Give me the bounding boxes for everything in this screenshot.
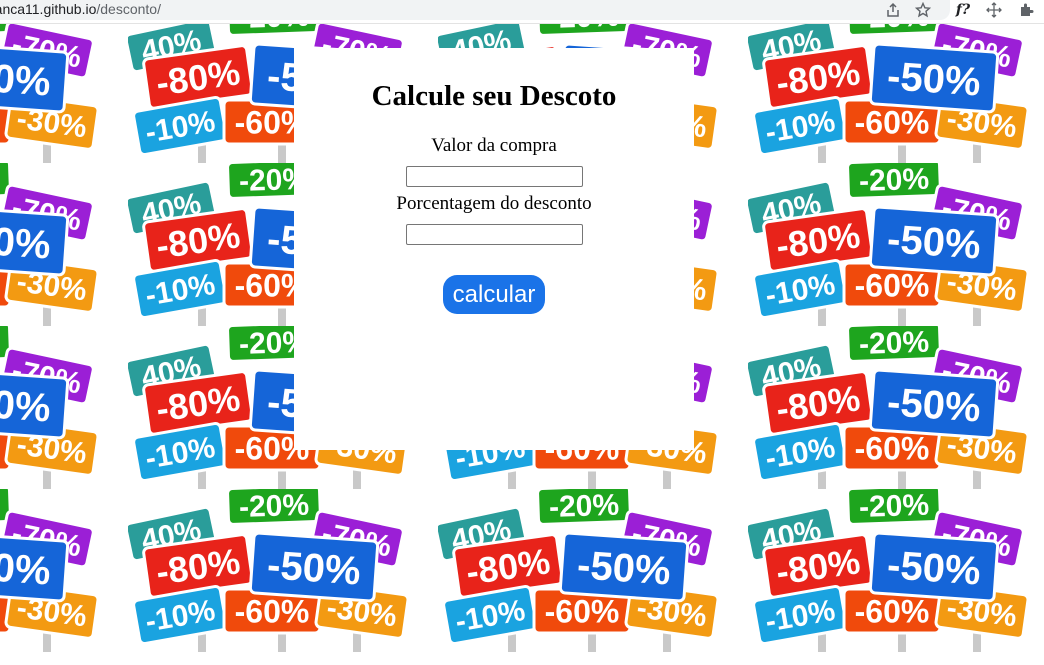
- share-icon[interactable]: [882, 0, 904, 20]
- sale-sign: -10%: [132, 584, 228, 646]
- sale-sign: -10%: [752, 258, 848, 320]
- sale-sign: -50%: [558, 531, 690, 603]
- sale-sign: -50%: [0, 42, 70, 114]
- star-icon[interactable]: [912, 0, 934, 20]
- sale-sign: -10%: [132, 258, 228, 320]
- sale-sign: -50%: [868, 531, 1000, 603]
- discount-percent-input[interactable]: [405, 224, 583, 245]
- browser-toolbar: ranca11.github.io/desconto/ f?: [0, 0, 1044, 24]
- sale-sign-text: -50%: [0, 54, 52, 104]
- fontcheck-icon[interactable]: f?: [952, 0, 974, 20]
- sale-tags-tile: -20%40%-70%-80%-10%-60%-30%-50%: [0, 24, 100, 163]
- sale-sign: -10%: [132, 421, 228, 483]
- address-bar[interactable]: ranca11.github.io/desconto/: [0, 0, 950, 20]
- sale-sign: -20%: [846, 326, 942, 363]
- sale-sign-text: -50%: [0, 380, 52, 430]
- discount-percent-label: Porcentagem do desconto: [396, 193, 592, 214]
- sale-tags-tile: -20%40%-70%-80%-10%-60%-30%-50%: [0, 489, 100, 652]
- sale-sign-text: -50%: [886, 54, 982, 104]
- sale-sign: -10%: [442, 584, 538, 646]
- sale-sign: -50%: [868, 368, 1000, 440]
- url-path: /desconto/: [96, 1, 161, 17]
- sale-sign-text: -60%: [855, 431, 930, 467]
- sale-tags-tile: -20%40%-70%-80%-10%-60%-30%-50%: [0, 163, 100, 326]
- sale-tags-tile: -20%40%-70%-80%-10%-60%-30%-50%: [748, 326, 1030, 489]
- sale-sign-text: -20%: [238, 489, 309, 524]
- sale-sign: -20%: [846, 24, 942, 37]
- sale-sign-text: -20%: [858, 163, 929, 198]
- sale-sign-text: -60%: [545, 594, 620, 630]
- calculate-button[interactable]: calcular: [442, 275, 546, 314]
- sale-sign-text: -20%: [858, 326, 929, 361]
- sale-sign-text: -20%: [858, 489, 929, 524]
- sale-sign: -50%: [868, 42, 1000, 114]
- sale-sign: -20%: [226, 489, 322, 526]
- sale-sign-text: -50%: [266, 543, 362, 593]
- sale-sign: -10%: [752, 95, 848, 157]
- sale-tags-tile: -20%40%-70%-80%-10%-60%-30%-50%: [748, 24, 1030, 163]
- sale-sign-text: -50%: [0, 217, 52, 267]
- discount-form-card: Calcule seu Descoto Valor da compra Porc…: [294, 48, 694, 450]
- sale-sign: -20%: [536, 489, 632, 526]
- sale-sign: -50%: [0, 531, 70, 603]
- sale-sign: -50%: [0, 368, 70, 440]
- sale-sign: -50%: [868, 205, 1000, 277]
- sale-tags-tile: -20%40%-70%-80%-10%-60%-30%-50%: [0, 326, 100, 489]
- sale-sign-text: -60%: [855, 105, 930, 141]
- url-text[interactable]: ranca11.github.io/desconto/: [0, 1, 161, 17]
- sale-sign: -20%: [226, 24, 322, 37]
- sale-sign: -50%: [0, 205, 70, 277]
- extensions-icon[interactable]: [1015, 0, 1037, 20]
- sale-sign-text: -50%: [576, 543, 672, 593]
- sale-sign: -10%: [752, 584, 848, 646]
- sale-sign: -20%: [846, 163, 942, 200]
- move-icon[interactable]: [983, 0, 1005, 20]
- sale-sign-text: -50%: [0, 543, 52, 593]
- sale-tags-tile: -20%40%-70%-80%-10%-60%-30%-50%: [748, 489, 1030, 652]
- sale-sign: -10%: [752, 421, 848, 483]
- page-title: Calcule seu Descoto: [371, 80, 617, 112]
- purchase-value-label: Valor da compra: [431, 135, 557, 156]
- sale-sign: -50%: [248, 531, 380, 603]
- sale-sign-text: -20%: [548, 489, 619, 524]
- sale-sign-text: -50%: [886, 543, 982, 593]
- sale-tags-tile: -20%40%-70%-80%-10%-60%-30%-50%: [748, 163, 1030, 326]
- sale-sign-text: -60%: [855, 594, 930, 630]
- sale-sign-text: -50%: [886, 217, 982, 267]
- sale-sign: -20%: [536, 24, 632, 37]
- sale-sign-text: -50%: [886, 380, 982, 430]
- sale-sign-text: -60%: [235, 594, 310, 630]
- sale-sign: -10%: [132, 95, 228, 157]
- sale-sign-text: -60%: [855, 268, 930, 304]
- sale-tags-tile: -20%40%-70%-80%-10%-60%-30%-50%: [438, 489, 720, 652]
- url-host: ranca11.github.io: [0, 1, 97, 17]
- sale-tags-tile: -20%40%-70%-80%-10%-60%-30%-50%: [128, 489, 410, 652]
- purchase-value-input[interactable]: [405, 166, 583, 187]
- sale-sign: -20%: [846, 489, 942, 526]
